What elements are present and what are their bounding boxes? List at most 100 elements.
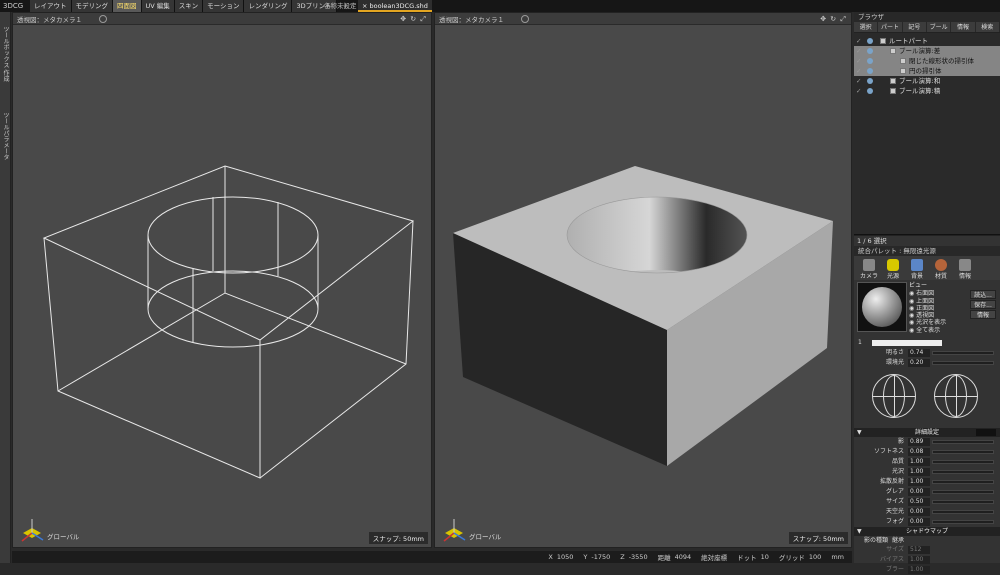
shadow-row[interactable]: ブラー 1.00 bbox=[854, 565, 1000, 575]
snap-indicator[interactable]: スナップ: 50mm bbox=[368, 532, 428, 544]
browser-tab[interactable]: 検索 bbox=[976, 22, 1000, 32]
slider-track[interactable] bbox=[932, 520, 994, 524]
slider-track[interactable] bbox=[932, 470, 994, 474]
slider-row[interactable]: 光沢 1.00 bbox=[854, 467, 1000, 477]
viewport-title[interactable]: 透視図：メタカメラ１ bbox=[17, 14, 82, 24]
slider-track[interactable] bbox=[932, 440, 994, 444]
mode-tab[interactable]: 四面図 bbox=[113, 0, 142, 12]
light-direction-sphere-2[interactable] bbox=[934, 374, 978, 418]
light-color-row[interactable]: 1 bbox=[854, 338, 1000, 348]
tree-row[interactable]: ✓ 閉じた線形状の掃引体 bbox=[854, 56, 1000, 66]
browser-tab[interactable]: 情報 bbox=[951, 22, 976, 32]
visibility-check-icon[interactable]: ✓ bbox=[856, 86, 861, 96]
viewport-nav-icon[interactable]: ✥ ↻ ⤢ bbox=[820, 13, 847, 25]
light-direction[interactable] bbox=[854, 368, 1000, 428]
viewport-wireframe[interactable]: 透視図：メタカメラ１ ✥ ↻ ⤢ グローバル スナップ: 50mm bbox=[12, 12, 432, 548]
mode-tab[interactable]: UV 編集 bbox=[141, 0, 175, 12]
view-option[interactable]: ◉ 光沢を表示 bbox=[909, 319, 946, 326]
visibility-check-icon[interactable]: ✓ bbox=[856, 66, 861, 76]
preview-sphere[interactable] bbox=[857, 282, 907, 332]
mode-tab[interactable]: レイアウト bbox=[30, 0, 72, 12]
view-option[interactable]: ◉ 上面図 bbox=[909, 298, 946, 305]
shadow-section-header[interactable]: ▼ シャドウマップ bbox=[854, 527, 1000, 536]
camera-button[interactable]: カメラ bbox=[857, 258, 881, 280]
camera-dot-icon[interactable] bbox=[99, 15, 107, 23]
visibility-check-icon[interactable]: ✓ bbox=[856, 76, 861, 86]
tree-row[interactable]: ✓ ブール演算:差 bbox=[854, 46, 1000, 56]
visibility-check-icon[interactable]: ✓ bbox=[856, 56, 861, 66]
preset-button[interactable]: 保存... bbox=[970, 300, 996, 309]
slider-track[interactable] bbox=[932, 500, 994, 504]
detail-section-header[interactable]: ▼ 詳細設定 bbox=[854, 428, 1000, 437]
tool-params-tab[interactable]: ツールパラメータ bbox=[1, 112, 10, 160]
preset-button[interactable]: 読込... bbox=[970, 290, 996, 299]
slider-value[interactable]: 1.00 bbox=[908, 458, 930, 466]
slider-row[interactable]: 環境光 0.20 bbox=[854, 358, 1000, 368]
slider-value[interactable]: 1.00 bbox=[908, 478, 930, 486]
render-dot-icon[interactable] bbox=[867, 88, 873, 94]
shadow-row-value[interactable]: 512 bbox=[908, 546, 930, 554]
mode-tab[interactable]: モデリング bbox=[71, 0, 113, 12]
mode-tab[interactable]: モーション bbox=[203, 0, 245, 12]
slider-track[interactable] bbox=[932, 361, 994, 365]
slider-value[interactable]: 1.00 bbox=[908, 468, 930, 476]
tree-row[interactable]: ✓ 円の掃引体 bbox=[854, 66, 1000, 76]
render-dot-icon[interactable] bbox=[867, 78, 873, 84]
shadow-type-row[interactable]: 影の種類 継承 bbox=[854, 536, 1000, 545]
slider-row[interactable]: グレア 0.00 bbox=[854, 487, 1000, 497]
mode-tab[interactable]: スキン bbox=[174, 0, 204, 12]
slider-value[interactable]: 0.89 bbox=[908, 438, 930, 446]
tree-row[interactable]: ✓ ブール演算:積 bbox=[854, 86, 1000, 96]
snap-indicator[interactable]: スナップ: 50mm bbox=[788, 532, 848, 544]
slider-track[interactable] bbox=[932, 490, 994, 494]
info-button[interactable]: 情報 bbox=[953, 258, 977, 280]
slider-value[interactable]: 0.20 bbox=[908, 359, 930, 367]
part-tree[interactable]: ✓ ルートパート ✓ ブール演算:差 ✓ 閉じた線形状の掃引体 ✓ 円の掃引体 ✓ ブール演算:和… bbox=[854, 33, 1000, 235]
render-dot-icon[interactable] bbox=[867, 48, 873, 54]
slider-value[interactable]: 0.50 bbox=[908, 498, 930, 506]
tree-row[interactable]: ✓ ルートパート bbox=[854, 36, 1000, 46]
light-direction-sphere-1[interactable] bbox=[872, 374, 916, 418]
slider-value[interactable]: 0.00 bbox=[908, 518, 930, 526]
slider-value[interactable]: 0.08 bbox=[908, 448, 930, 456]
shadow-type-value[interactable]: 継承 bbox=[892, 536, 904, 545]
camera-dot-icon[interactable] bbox=[521, 15, 529, 23]
view-option[interactable]: ◉ 右面図 bbox=[909, 290, 946, 297]
render-dot-icon[interactable] bbox=[867, 68, 873, 74]
browser-tab[interactable]: 記号 bbox=[903, 22, 927, 32]
doc-tab-unset[interactable]: 名称未設定 bbox=[320, 0, 361, 12]
slider-row[interactable]: 品質 1.00 bbox=[854, 457, 1000, 467]
slider-value[interactable]: 0.00 bbox=[908, 488, 930, 496]
slider-row[interactable]: サイズ 0.50 bbox=[854, 497, 1000, 507]
slider-row[interactable]: ソフトネス 0.08 bbox=[854, 447, 1000, 457]
slider-track[interactable] bbox=[932, 460, 994, 464]
toolbox-tab[interactable]: ツールボックス 作成 bbox=[1, 26, 10, 82]
viewport-nav-icon[interactable]: ✥ ↻ ⤢ bbox=[400, 13, 427, 25]
shadow-row[interactable]: サイズ 512 bbox=[854, 545, 1000, 555]
slider-track[interactable] bbox=[932, 351, 994, 355]
browser-tab[interactable]: パート bbox=[878, 22, 903, 32]
viewport-title[interactable]: 透視図：メタカメラ１ bbox=[439, 14, 504, 24]
browser-tab[interactable]: ブール bbox=[927, 22, 952, 32]
material-button[interactable]: 材質 bbox=[929, 258, 953, 280]
slider-value[interactable]: 0.00 bbox=[908, 508, 930, 516]
light-button[interactable]: 光源 bbox=[881, 258, 905, 280]
tree-row[interactable]: ✓ ブール演算:和 bbox=[854, 76, 1000, 86]
slider-row[interactable]: 拡散反射 1.00 bbox=[854, 477, 1000, 487]
visibility-check-icon[interactable]: ✓ bbox=[856, 46, 861, 56]
visibility-check-icon[interactable]: ✓ bbox=[856, 36, 861, 46]
shadow-row-value[interactable]: 1.00 bbox=[908, 566, 930, 574]
slider-row[interactable]: 明るさ 0.74 bbox=[854, 348, 1000, 358]
light-color-swatch[interactable] bbox=[872, 340, 942, 346]
slider-row[interactable]: 影 0.89 bbox=[854, 437, 1000, 447]
doc-tab-current[interactable]: × boolean3DCG.shd bbox=[358, 0, 432, 12]
slider-value[interactable]: 0.74 bbox=[908, 349, 930, 357]
shadow-row[interactable]: バイアス 1.00 bbox=[854, 555, 1000, 565]
render-dot-icon[interactable] bbox=[867, 58, 873, 64]
mode-tab[interactable]: レンダリング bbox=[244, 0, 293, 12]
slider-track[interactable] bbox=[932, 510, 994, 514]
slider-track[interactable] bbox=[932, 450, 994, 454]
browser-tab[interactable]: 選択 bbox=[854, 22, 879, 32]
slider-track[interactable] bbox=[932, 480, 994, 484]
view-option[interactable]: ◉ 全て表示 bbox=[909, 327, 946, 334]
